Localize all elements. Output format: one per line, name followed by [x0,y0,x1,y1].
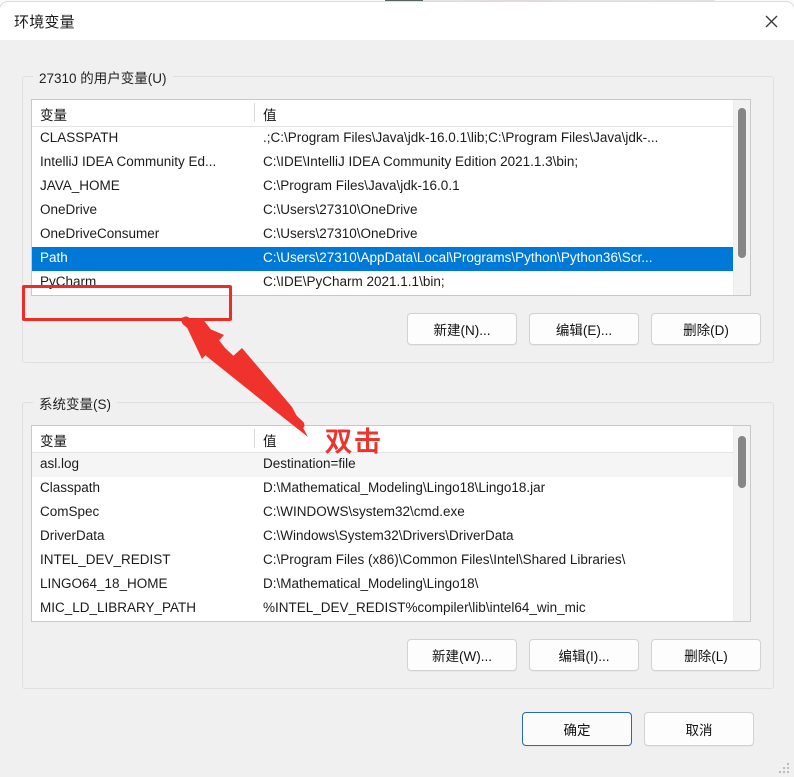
user-table-header: 变量 值 [32,100,750,127]
table-row[interactable]: ComSpec C:\WINDOWS\system32\cmd.exe [32,501,750,525]
cell-variable-name: DriverData [40,528,105,543]
cell-variable-name: Path [40,250,68,265]
cell-variable-name: NUMBER_OF_PROCESSORS [40,621,252,622]
cell-variable-name: CLASSPATH [40,130,119,145]
ok-button[interactable]: 确定 [522,712,632,746]
system-column-header-name[interactable]: 变量 [40,430,67,450]
cell-variable-name: TEMP [40,295,252,296]
table-row[interactable]: TEMP C:\Users\27310\AppData\Local\T... [32,295,750,296]
table-row[interactable]: LINGO64_18_HOME D:\Mathematical_Modeling… [32,573,750,597]
cell-variable-value: D:\Mathematical_Modeling\Lingo18\ [263,576,479,591]
system-variables-table[interactable]: 变量 值 asl.log Destination=file Classpath … [31,425,751,622]
new-system-variable-button[interactable]: 新建(W)... [407,639,517,671]
system-column-header-value[interactable]: 值 [263,430,277,450]
table-row[interactable]: CLASSPATH .;C:\Program Files\Java\jdk-16… [32,127,750,151]
delete-user-variable-button[interactable]: 删除(D) [651,313,761,345]
cell-variable-value: D:\Mathematical_Modeling\Lingo18\Lingo18… [263,480,546,495]
cell-variable-value: C:\Program Files\Java\jdk-16.0.1 [263,178,460,193]
system-scrollbar-thumb[interactable] [738,436,746,488]
cell-variable-name: asl.log [40,456,80,471]
cell-variable-value: 8 [263,621,743,622]
delete-system-variable-button[interactable]: 删除(L) [651,639,761,671]
user-variables-table[interactable]: 变量 值 CLASSPATH .;C:\Program Files\Java\j… [31,99,751,296]
cell-variable-name: IntelliJ IDEA Community Ed... [40,154,217,169]
edit-system-variable-button[interactable]: 编辑(I)... [529,639,639,671]
user-table-scrollbar[interactable] [733,100,750,295]
cell-variable-value: C:\IDE\IntelliJ IDEA Community Edition 2… [263,154,579,169]
table-row-selected[interactable]: Path C:\Users\27310\AppData\Local\Progra… [32,247,750,271]
user-table-rows: CLASSPATH .;C:\Program Files\Java\jdk-16… [32,127,750,296]
cell-variable-value: Destination=file [263,456,356,471]
cell-variable-value: .;C:\Program Files\Java\jdk-16.0.1\lib;C… [263,130,659,145]
system-column-divider[interactable] [254,429,255,448]
table-row[interactable]: Classpath D:\Mathematical_Modeling\Lingo… [32,477,750,501]
user-column-divider[interactable] [254,103,255,122]
cell-variable-name: PyCharm [40,274,97,289]
cell-variable-name: OneDrive [40,202,98,217]
system-table-header: 变量 值 [32,426,750,453]
title-bar: 环境变量 [0,2,794,40]
cell-variable-value: C:\Users\27310\OneDrive [263,202,418,217]
table-row[interactable]: JAVA_HOME C:\Program Files\Java\jdk-16.0… [32,175,750,199]
user-scrollbar-thumb[interactable] [738,108,746,258]
cell-variable-value: C:\Users\27310\OneDrive [263,226,418,241]
table-row[interactable]: INTEL_DEV_REDIST C:\Program Files (x86)\… [32,549,750,573]
new-user-variable-button[interactable]: 新建(N)... [407,313,517,345]
table-row[interactable]: DriverData C:\Windows\System32\Drivers\D… [32,525,750,549]
screen: 环境变量 27310 的用户变量(U) 变量 值 CLASSPATH .;C:\… [0,0,794,777]
environment-variables-dialog: 环境变量 27310 的用户变量(U) 变量 值 CLASSPATH .;C:\… [0,2,794,777]
cell-variable-value: C:\IDE\PyCharm 2021.1.1\bin; [263,274,445,289]
system-variables-label: 系统变量(S) [33,393,117,413]
cell-variable-name: MIC_LD_LIBRARY_PATH [40,600,197,615]
system-table-rows: asl.log Destination=file Classpath D:\Ma… [32,453,750,622]
user-variables-group: 27310 的用户变量(U) 变量 值 CLASSPATH .;C:\Progr… [22,67,774,363]
system-variables-group: 系统变量(S) 变量 值 asl.log Destination=file Cl… [22,393,774,689]
table-row[interactable]: asl.log Destination=file [32,453,750,477]
cell-variable-name: Classpath [40,480,101,495]
system-table-scrollbar[interactable] [733,426,750,621]
cell-variable-value: %INTEL_DEV_REDIST%compiler\lib\intel64_w… [263,600,586,615]
cell-variable-value: C:\WINDOWS\system32\cmd.exe [263,504,465,519]
dialog-body: 27310 的用户变量(U) 变量 值 CLASSPATH .;C:\Progr… [0,40,794,777]
table-row[interactable]: IntelliJ IDEA Community Ed... C:\IDE\Int… [32,151,750,175]
table-row[interactable]: PyCharm C:\IDE\PyCharm 2021.1.1\bin; [32,271,750,295]
user-column-header-name[interactable]: 变量 [40,104,67,124]
cell-variable-value: C:\Windows\System32\Drivers\DriverData [263,528,514,543]
cell-variable-value: C:\Program Files (x86)\Common Files\Inte… [263,552,626,567]
table-row[interactable]: OneDrive C:\Users\27310\OneDrive [32,199,750,223]
user-variables-label: 27310 的用户变量(U) [33,67,173,87]
page-title: 环境变量 [14,14,75,31]
edit-user-variable-button[interactable]: 编辑(E)... [529,313,639,345]
cell-variable-name: OneDriveConsumer [40,226,160,241]
table-row[interactable]: NUMBER_OF_PROCESSORS 8 [32,621,750,622]
cell-variable-name: INTEL_DEV_REDIST [40,552,171,567]
cell-variable-value: C:\Users\27310\AppData\Local\Programs\Py… [263,250,653,265]
close-icon [765,15,778,28]
cell-variable-name: ComSpec [40,504,100,519]
cell-variable-name: JAVA_HOME [40,178,120,193]
cancel-button[interactable]: 取消 [644,712,754,746]
cell-variable-value: C:\Users\27310\AppData\Local\T... [263,295,743,296]
table-row[interactable]: MIC_LD_LIBRARY_PATH %INTEL_DEV_REDIST%co… [32,597,750,621]
cell-variable-name: LINGO64_18_HOME [40,576,168,591]
user-column-header-value[interactable]: 值 [263,104,277,124]
table-row[interactable]: OneDriveConsumer C:\Users\27310\OneDrive [32,223,750,247]
close-button[interactable] [748,2,794,40]
resize-grip-icon[interactable] [777,761,789,773]
